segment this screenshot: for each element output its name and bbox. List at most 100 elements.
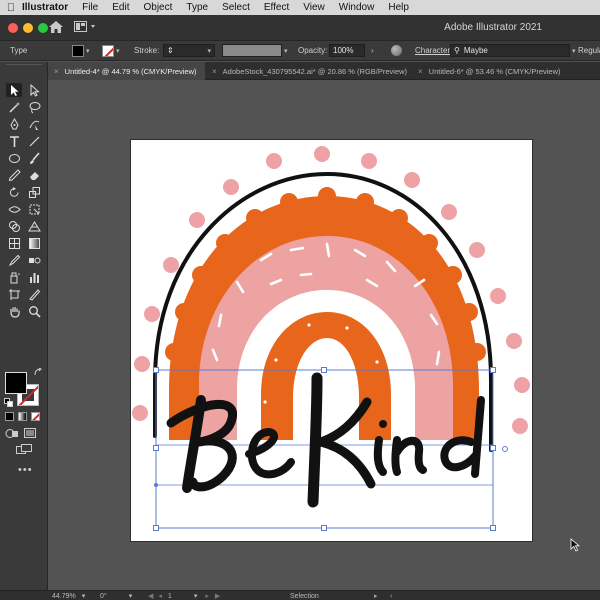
draw-mode-icon[interactable] bbox=[5, 428, 19, 439]
artboard-number[interactable]: 1 bbox=[168, 593, 172, 600]
perspective-grid-tool[interactable] bbox=[26, 219, 42, 233]
type-tool[interactable] bbox=[6, 134, 22, 148]
pencil-tool[interactable] bbox=[6, 168, 22, 182]
column-graph-tool[interactable] bbox=[26, 270, 42, 284]
chevron-down-icon[interactable]: ▾ bbox=[86, 47, 90, 55]
close-tab-icon[interactable]: × bbox=[54, 67, 59, 76]
close-window-button[interactable] bbox=[8, 23, 18, 33]
curvature-tool[interactable] bbox=[26, 117, 42, 131]
character-label[interactable]: Character: bbox=[415, 41, 452, 60]
menu-view[interactable]: View bbox=[303, 2, 325, 13]
stepper-icon[interactable]: ⇕ bbox=[167, 46, 174, 55]
hand-tool[interactable] bbox=[6, 304, 22, 318]
opacity-field[interactable]: 100% › bbox=[329, 41, 374, 60]
pen-tool[interactable] bbox=[6, 117, 22, 131]
fill-swatch[interactable] bbox=[72, 44, 84, 57]
menu-help[interactable]: Help bbox=[388, 2, 409, 13]
font-family-field[interactable]: ⚲ Maybe ▾ bbox=[450, 41, 576, 60]
swap-fill-stroke-icon[interactable] bbox=[34, 368, 43, 377]
minimize-window-button[interactable] bbox=[23, 23, 33, 33]
tab-untitled-4[interactable]: × Untitled-4* @ 44.79 % (CMYK/Preview) bbox=[48, 62, 205, 80]
chevron-down-icon[interactable]: ▾ bbox=[284, 47, 288, 55]
chevron-down-icon[interactable]: ▾ bbox=[129, 592, 133, 600]
chevron-down-icon[interactable]: ▾ bbox=[116, 47, 120, 55]
gradient-tool[interactable] bbox=[26, 236, 42, 250]
stroke-color-control[interactable]: ▾ bbox=[102, 41, 120, 60]
apple-logo-icon[interactable]:  bbox=[0, 2, 22, 14]
pink-dot bbox=[361, 153, 377, 169]
menu-window[interactable]: Window bbox=[339, 2, 375, 13]
selection-tool[interactable] bbox=[6, 83, 22, 97]
pink-dot bbox=[441, 204, 457, 220]
symbol-sprayer-tool[interactable] bbox=[6, 270, 22, 284]
chevron-down-icon[interactable]: ▾ bbox=[82, 592, 86, 600]
stroke-none-swatch[interactable] bbox=[102, 44, 114, 57]
mesh-tool[interactable] bbox=[6, 236, 22, 250]
menu-object[interactable]: Object bbox=[143, 2, 172, 13]
pink-dot bbox=[512, 418, 528, 434]
panel-grip[interactable] bbox=[6, 64, 42, 66]
free-transform-tool[interactable] bbox=[26, 202, 42, 216]
close-tab-icon[interactable]: × bbox=[212, 67, 217, 76]
home-icon[interactable] bbox=[48, 20, 64, 34]
scale-tool[interactable] bbox=[26, 185, 42, 199]
width-tool[interactable] bbox=[6, 202, 22, 216]
zoom-tool[interactable] bbox=[26, 304, 42, 318]
stroke-profile-preview[interactable]: ▾ bbox=[222, 41, 288, 60]
menu-type[interactable]: Type bbox=[186, 2, 208, 13]
artboard-navigation[interactable]: ◀ ◂ 1 ▾ ▸ ▶ bbox=[148, 591, 220, 600]
none-mode-swatch[interactable] bbox=[31, 412, 40, 421]
chevron-down-icon[interactable]: ▾ bbox=[207, 47, 211, 55]
rotation-field[interactable]: 0° ▾ bbox=[100, 591, 132, 600]
zoom-level-field[interactable]: 44.79% ▾ bbox=[52, 591, 85, 600]
slice-tool[interactable] bbox=[26, 287, 42, 301]
edit-toolbar-icon[interactable]: ••• bbox=[18, 464, 33, 476]
type-t-icon bbox=[9, 135, 19, 147]
blend-tool[interactable] bbox=[26, 253, 42, 267]
tab-adobestock[interactable]: × AdobeStock_430795542.ai* @ 20.86 % (RG… bbox=[206, 62, 411, 80]
shape-builder-tool[interactable] bbox=[6, 219, 22, 233]
last-artboard-icon[interactable]: ▶ bbox=[215, 592, 220, 600]
default-fill-stroke-icon[interactable] bbox=[4, 398, 13, 407]
gradient-mode-swatch[interactable] bbox=[18, 412, 27, 421]
chevron-down-icon[interactable]: ▾ bbox=[572, 47, 576, 55]
color-mode-swatch[interactable] bbox=[5, 412, 14, 421]
menu-file[interactable]: File bbox=[82, 2, 98, 13]
rotate-tool[interactable] bbox=[6, 185, 22, 199]
line-segment-tool[interactable] bbox=[26, 134, 42, 148]
artboard-icon bbox=[8, 288, 20, 300]
ellipse-tool[interactable] bbox=[6, 151, 22, 165]
artboard-tool[interactable] bbox=[6, 287, 22, 301]
first-artboard-icon[interactable]: ◀ bbox=[148, 592, 153, 600]
close-tab-icon[interactable]: × bbox=[418, 67, 423, 76]
stroke-weight-field[interactable]: ⇕ ▾ bbox=[163, 41, 215, 60]
status-expand-icon[interactable]: ▸ bbox=[374, 591, 378, 600]
menu-effect[interactable]: Effect bbox=[264, 2, 289, 13]
chevron-down-icon[interactable]: ▾ bbox=[194, 592, 198, 600]
menu-edit[interactable]: Edit bbox=[112, 2, 129, 13]
tab-untitled-6[interactable]: × Untitled-6* @ 53.46 % (CMYK/Preview) bbox=[412, 62, 600, 80]
change-screen-mode-icon[interactable] bbox=[16, 444, 32, 455]
paintbrush-tool[interactable] bbox=[26, 151, 42, 165]
eraser-tool[interactable] bbox=[26, 168, 42, 182]
chevron-right-icon[interactable]: › bbox=[371, 46, 374, 55]
previous-artboard-icon[interactable]: ◂ bbox=[158, 592, 162, 600]
zoom-window-button[interactable] bbox=[38, 23, 48, 33]
fill-color-box[interactable] bbox=[5, 372, 27, 394]
workspace-layout-icon[interactable] bbox=[74, 21, 98, 33]
rainbow-artwork[interactable] bbox=[131, 140, 532, 541]
direct-selection-tool[interactable] bbox=[26, 83, 42, 97]
eyedropper-tool[interactable] bbox=[6, 253, 22, 267]
magic-wand-tool[interactable] bbox=[6, 100, 22, 114]
scroll-left-icon[interactable]: ‹ bbox=[390, 591, 392, 600]
fill-color-control[interactable]: ▾ bbox=[72, 41, 90, 60]
next-artboard-icon[interactable]: ▸ bbox=[205, 592, 209, 600]
lasso-tool[interactable] bbox=[26, 100, 42, 114]
font-style-field[interactable]: Regula bbox=[578, 41, 600, 60]
menu-select[interactable]: Select bbox=[222, 2, 250, 13]
recolor-artwork-icon[interactable] bbox=[391, 41, 402, 60]
current-tool-label[interactable]: Selection bbox=[290, 591, 319, 600]
screen-mode-icon[interactable] bbox=[24, 428, 36, 439]
menu-app-name[interactable]: Illustrator bbox=[22, 2, 68, 13]
zoom-magnifier-icon bbox=[28, 305, 41, 318]
